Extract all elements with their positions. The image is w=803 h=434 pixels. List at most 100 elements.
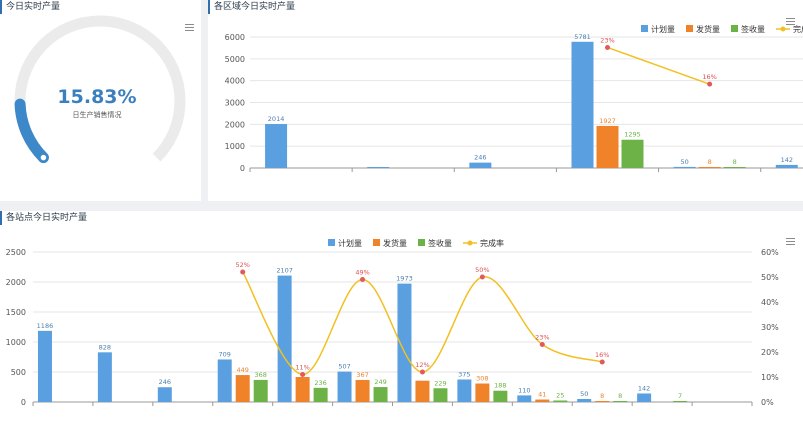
rate-label: 52%	[235, 261, 249, 269]
bar	[698, 167, 721, 168]
y-tick-label: 1500	[6, 308, 26, 317]
bar	[469, 162, 492, 168]
legend-swatch	[686, 25, 693, 32]
legend-label: 计划量	[338, 238, 362, 248]
y2-tick-label: 0%	[761, 398, 774, 407]
bar-label: 8	[708, 158, 712, 166]
y-tick-label: 1000	[6, 338, 26, 347]
bar-label: 1186	[37, 322, 54, 330]
bar	[553, 400, 568, 402]
rate-point	[707, 81, 713, 87]
rate-label: 16%	[595, 351, 609, 359]
rate-point	[360, 277, 366, 282]
bar	[37, 330, 52, 402]
bar-label: 1927	[599, 117, 616, 125]
legend-label: 发货量	[383, 238, 407, 248]
region-chart: 600050004000300020001000025%20%15%10%5%0…	[225, 24, 803, 173]
station-panel: 各站点今日实时产量 2500 2000 1500 1000 500 0 60% 50% 40% 3…	[0, 211, 803, 434]
bar	[723, 167, 746, 168]
rate-point	[240, 269, 246, 275]
bar-label: 50	[681, 158, 689, 166]
bar	[517, 395, 532, 402]
gauge-value: 15.83%	[57, 86, 136, 108]
rate-point	[479, 274, 485, 280]
bar-label: 8	[733, 158, 737, 166]
bar-label: 142	[638, 384, 650, 392]
gauge-panel: 今日实时产量 15.83% 日生产销售情况	[0, 0, 201, 201]
bar-label: 5781	[574, 33, 591, 41]
rate-label: 49%	[355, 269, 369, 277]
y-tick-label: 0	[21, 398, 26, 407]
rate-label: 11%	[295, 364, 309, 372]
rate-label: 50%	[475, 266, 489, 274]
bar	[673, 166, 696, 168]
bar-label: 368	[254, 371, 266, 379]
legend-point-swatch	[467, 240, 473, 246]
bar-label: 50	[580, 390, 588, 398]
legend-label: 发货量	[696, 24, 720, 34]
bar	[595, 401, 610, 402]
legend-label: 完成率	[793, 24, 803, 34]
bar	[265, 124, 288, 168]
bar-label: 246	[474, 154, 486, 162]
legend-swatch	[418, 239, 425, 246]
bar-label: 110	[518, 386, 530, 394]
bar-label: 308	[476, 375, 488, 383]
rate-point	[599, 359, 605, 365]
bar	[475, 383, 490, 402]
legend-label: 签收量	[428, 238, 452, 248]
bar-label: 828	[99, 343, 111, 351]
legend-swatch	[641, 25, 648, 32]
legend-swatch	[373, 239, 380, 246]
y-tick-label: 6000	[225, 33, 245, 42]
legend-swatch	[328, 239, 335, 246]
y-tick-label: 2000	[6, 278, 26, 287]
y2-tick-label: 10%	[761, 373, 779, 382]
legend-label: 签收量	[741, 24, 765, 34]
bar	[373, 387, 388, 402]
rate-line	[242, 271, 603, 376]
bar	[571, 41, 594, 168]
bar	[775, 164, 798, 168]
rate-label: 12%	[415, 361, 429, 369]
bar	[355, 379, 370, 402]
bar-label: 507	[338, 363, 350, 371]
bar-label: 449	[236, 366, 248, 374]
bar-label: 1295	[624, 131, 641, 139]
y2-tick-label: 20%	[761, 348, 779, 357]
rate-line	[607, 46, 710, 85]
bar-label: 142	[781, 156, 793, 164]
bar	[673, 401, 688, 402]
bar	[337, 371, 352, 402]
bar-label: 246	[159, 378, 171, 386]
legend-label: 计划量	[651, 24, 675, 34]
bar	[457, 379, 472, 402]
bar	[367, 167, 390, 168]
rate-point	[539, 342, 545, 347]
bar	[217, 359, 232, 402]
y2-tick-label: 60%	[761, 248, 779, 257]
bar	[253, 379, 268, 402]
rate-label: 23%	[535, 334, 549, 342]
gauge: 15.83% 日生产销售情况	[14, 15, 186, 164]
bar	[596, 125, 619, 168]
y-tick-label: 2500	[6, 248, 26, 257]
legend-label: 完成率	[480, 238, 504, 248]
rate-point	[419, 369, 425, 375]
bar-label: 709	[218, 350, 230, 358]
legend-point-swatch	[780, 26, 786, 32]
bar-label: 8	[600, 392, 604, 400]
bar-label: 1973	[396, 275, 413, 283]
rate-label: 23%	[600, 36, 614, 44]
bar	[277, 275, 292, 402]
y-tick-label: 5000	[225, 55, 245, 64]
bar	[235, 375, 250, 402]
gauge-knob	[38, 152, 49, 163]
bar	[157, 387, 172, 402]
bar	[613, 401, 628, 402]
bar-label: 229	[434, 379, 446, 387]
y2-tick-label: 40%	[761, 298, 779, 307]
y-tick-label: 4000	[225, 77, 245, 86]
bar-label: 25	[556, 392, 564, 400]
y-tick-label: 500	[11, 368, 26, 377]
